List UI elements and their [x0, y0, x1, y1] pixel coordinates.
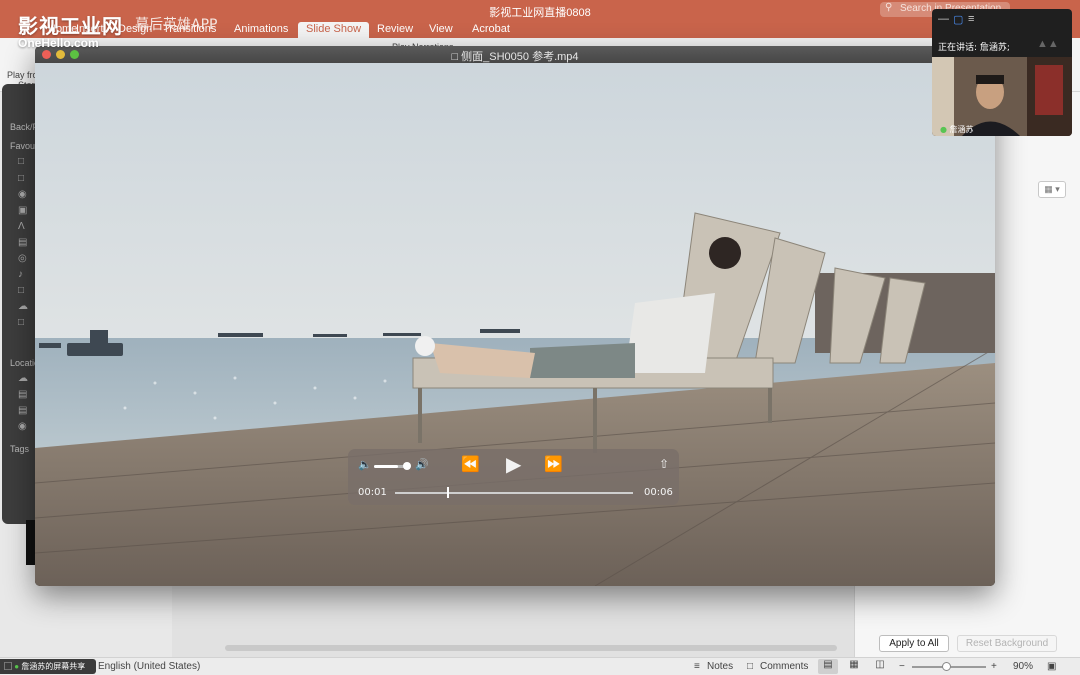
documents-icon[interactable]: ▣ [18, 205, 27, 216]
tab-view[interactable]: View [421, 22, 461, 38]
play-icon[interactable]: ▶ [506, 452, 521, 477]
normal-view-button[interactable]: ▤ [818, 659, 838, 674]
duration-time: 00:06 [644, 487, 673, 498]
notes-icon: ≡ [694, 661, 700, 672]
share-icon[interactable]: ⇧ [659, 457, 669, 471]
screen-share-label: 詹涵苏的屏幕共享 [21, 662, 86, 671]
video-filename: 侧面_SH0050 参考.mp4 [461, 51, 579, 63]
icloud-icon[interactable]: ☁ [18, 373, 28, 384]
tags-heading: Tags [10, 444, 30, 454]
cloud-icon[interactable]: ☁ [18, 301, 28, 312]
fast-forward-icon[interactable]: ⏩ [544, 455, 563, 473]
tab-slide-show[interactable]: Slide Show [298, 22, 370, 38]
zoom-out-button[interactable]: − [899, 661, 905, 672]
url-watermark: OneHello.com [18, 36, 99, 50]
download-icon[interactable]: ◉ [18, 189, 27, 200]
dvd-icon[interactable]: ◉ [18, 421, 27, 432]
horizontal-scrollbar[interactable] [225, 645, 837, 651]
volume-low-icon[interactable]: 🔈 [358, 458, 372, 471]
tab-review[interactable]: Review [369, 22, 421, 38]
fill-picture-dropdown[interactable]: ▦ ▾ [1038, 181, 1066, 198]
menu-icon[interactable]: ≡ [968, 13, 974, 25]
apply-to-all-button[interactable]: Apply to All [879, 635, 949, 652]
volume-high-icon[interactable]: 🔊 [415, 458, 429, 471]
seek-playhead[interactable] [447, 487, 449, 498]
applications-icon[interactable]: Λ [18, 221, 25, 232]
finder-back-label[interactable]: Back/F [10, 122, 38, 132]
video-frame[interactable] [35, 63, 995, 586]
minimize-call-icon[interactable]: — [938, 13, 949, 25]
volume-knob[interactable] [403, 462, 411, 470]
app-watermark: 幕后英雄APP [135, 17, 218, 33]
tab-animations[interactable]: Animations [226, 22, 296, 38]
microphone-icon: ● [14, 662, 20, 671]
fit-to-window-icon[interactable]: ▣ [1047, 661, 1056, 672]
status-bar: English (United States) ≡ Notes □ Commen… [0, 657, 1080, 675]
airdrop-icon[interactable]: ◎ [18, 253, 27, 264]
volume-fill [374, 465, 398, 468]
video-call-panel: — ▢ ≡ 正在讲话: 詹涵苏; ▲▲ ● 詹涵苏 [932, 9, 1072, 136]
file-icon: □ [451, 51, 462, 63]
comments-icon: □ [747, 661, 754, 672]
call-toolbar: — ▢ ≡ [932, 9, 1072, 31]
video-title: □ 侧面_SH0050 参考.mp4 [35, 48, 995, 64]
folder-icon-3[interactable]: □ [18, 317, 24, 328]
language-status[interactable]: English (United States) [98, 661, 200, 672]
folder-icon[interactable]: □ [18, 156, 24, 167]
quicktime-window: □ 侧面_SH0050 参考.mp4 🔈 🔊 ⏪ ▶ ⏩ ⇧ 00:01 00:… [35, 46, 995, 586]
comments-button[interactable]: Comments [760, 661, 808, 672]
participant-name: 詹涵苏 [949, 125, 974, 134]
search-icon: ⚲ [885, 2, 893, 13]
screen-icon: ▢ [4, 662, 12, 671]
zoom-level[interactable]: 90% [1013, 661, 1033, 672]
screen-share-tag: ▢ ● 詹涵苏的屏幕共享 [0, 659, 96, 674]
rewind-icon[interactable]: ⏪ [461, 455, 480, 473]
volume-slider[interactable] [374, 465, 406, 468]
seek-bar[interactable] [395, 492, 633, 494]
folder-icon-2[interactable]: □ [18, 285, 24, 296]
participant-name-tag: ● 詹涵苏 [940, 124, 974, 135]
zoom-slider-knob[interactable] [942, 662, 951, 671]
zoom-in-button[interactable]: + [991, 661, 997, 672]
gallery-view-icon[interactable]: ▢ [953, 13, 963, 26]
tab-acrobat[interactable]: Acrobat [464, 22, 518, 38]
reset-background-button[interactable]: Reset Background [957, 635, 1057, 652]
signal-icon: ▲▲ [1037, 38, 1059, 50]
brand-watermark: 影视工业网 [18, 14, 123, 38]
quicktime-titlebar[interactable]: □ 侧面_SH0050 参考.mp4 [35, 46, 995, 63]
disk-icon[interactable]: ▤ [18, 389, 27, 400]
movies-icon[interactable]: ▤ [18, 237, 27, 248]
participant-mic-icon: ● [940, 125, 947, 134]
document-icon[interactable]: □ [18, 173, 24, 184]
active-speaker-label: 正在讲话: 詹涵苏; [938, 43, 1010, 53]
current-time: 00:01 [358, 487, 387, 498]
music-icon[interactable]: ♪ [18, 269, 23, 280]
notes-button[interactable]: Notes [707, 661, 733, 672]
play-from-label[interactable]: Play fro [7, 70, 38, 80]
reading-view-button[interactable]: ◫ [870, 659, 890, 674]
slide-sorter-button[interactable]: ▦ [844, 659, 864, 674]
disk-icon-2[interactable]: ▤ [18, 405, 27, 416]
favourites-heading: Favou [10, 141, 36, 151]
player-controls: 🔈 🔊 ⏪ ▶ ⏩ ⇧ 00:01 00:06 [348, 449, 679, 505]
